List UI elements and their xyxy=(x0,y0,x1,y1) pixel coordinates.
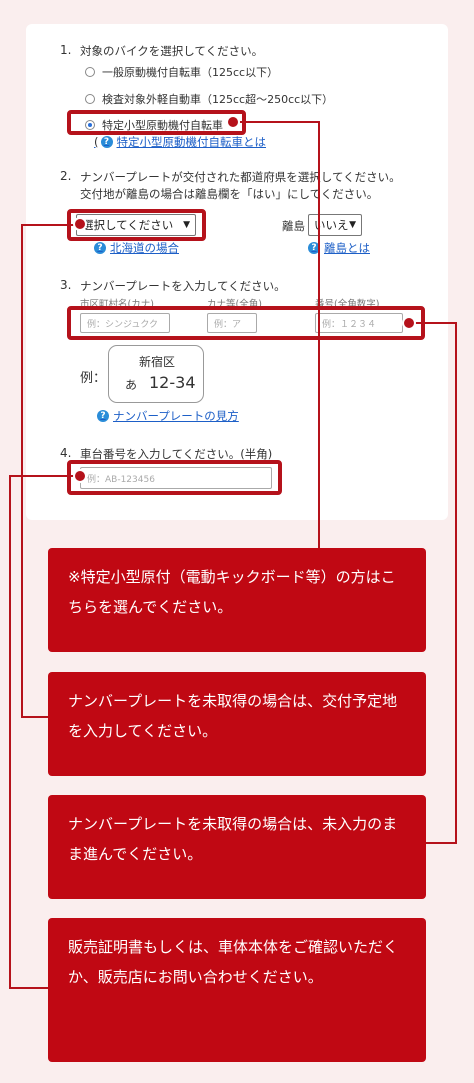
note-plate: ナンバープレートを未取得の場合は、未入力のまま進んでください。 xyxy=(48,795,426,899)
radio-circle[interactable] xyxy=(85,94,95,104)
connector-line xyxy=(9,987,48,989)
step2-title-line1: ナンバープレートが交付された都道府県を選択してください。 xyxy=(80,170,401,184)
marker-dot xyxy=(226,115,240,129)
island-label: 離島 xyxy=(282,219,305,233)
step1-number: 1. xyxy=(60,43,72,57)
note-prefecture: ナンバープレートを未取得の場合は、交付予定地を入力してください。 xyxy=(48,672,426,776)
note-chassis: 販売証明書もしくは、車体本体をご確認いただくか、販売店にお問い合わせください。 xyxy=(48,918,426,1062)
question-icon: ? xyxy=(97,410,109,422)
help-link-label[interactable]: 北海道の場合 xyxy=(110,240,179,256)
highlight-plate-inputs xyxy=(67,306,425,340)
island-select[interactable]: いいえ ▼ xyxy=(308,214,362,236)
help-paren: ( xyxy=(94,135,99,149)
marker-dot xyxy=(402,316,416,330)
help-hokkaido-link[interactable]: ? 北海道の場合 xyxy=(94,240,179,256)
radio-circle[interactable] xyxy=(85,67,95,77)
help-link-label[interactable]: ナンバープレートの見方 xyxy=(113,408,239,424)
note-text: ナンバープレートを未取得の場合は、未入力のまま進んでください。 xyxy=(68,815,398,863)
radio-label: 一般原動機付自転車（125cc以下） xyxy=(102,66,279,79)
note-text: ※特定小型原付（電動キックボード等）の方はこちらを選んでください。 xyxy=(68,568,396,616)
plate-number-text: 12-34 xyxy=(149,373,196,392)
connector-line xyxy=(9,475,81,477)
marker-dot xyxy=(73,469,87,483)
step3-title: ナンバープレートを入力してください。 xyxy=(80,279,286,293)
plate-kana-text: あ xyxy=(125,378,138,392)
highlight-prefecture-select xyxy=(67,209,206,241)
question-icon: ? xyxy=(100,136,113,148)
note-text: 販売証明書もしくは、車体本体をご確認いただくか、販売店にお問い合わせください。 xyxy=(68,938,399,986)
highlight-chassis-input xyxy=(67,460,282,495)
step4-number: 4. xyxy=(60,446,72,460)
highlight-specified-moped-option xyxy=(67,110,246,135)
chevron-down-icon: ▼ xyxy=(349,220,356,230)
example-license-plate: 新宿区 あ 12-34 xyxy=(108,345,204,403)
note-text: ナンバープレートを未取得の場合は、交付予定地を入力してください。 xyxy=(68,692,398,740)
radio-light-vehicle[interactable]: 検査対象外軽自動車（125cc超〜250cc以下） xyxy=(85,91,333,107)
connector-line xyxy=(21,224,81,226)
question-icon: ? xyxy=(94,242,106,254)
help-specified-small-moped-link[interactable]: ( ? 特定小型原動機付自転車とは xyxy=(94,134,266,150)
connector-line xyxy=(318,121,320,549)
help-plate-link[interactable]: ? ナンバープレートの見方 xyxy=(97,408,239,424)
connector-line xyxy=(21,224,23,717)
marker-dot xyxy=(73,217,87,231)
help-link-label[interactable]: 特定小型原動機付自転車とは xyxy=(117,134,267,150)
connector-line xyxy=(240,121,320,123)
step2-title-line2: 交付地が離島の場合は離島欄を「はい」にしてください。 xyxy=(80,187,379,201)
connector-line xyxy=(455,322,457,844)
radio-label: 検査対象外軽自動車（125cc超〜250cc以下） xyxy=(102,93,334,106)
connector-line xyxy=(21,716,48,718)
plate-city-text: 新宿区 xyxy=(139,355,176,369)
radio-general-moped[interactable]: 一般原動機付自転車（125cc以下） xyxy=(85,64,278,80)
plate-example-label: 例： xyxy=(80,371,107,386)
note-specified-moped: ※特定小型原付（電動キックボード等）の方はこちらを選んでください。 xyxy=(48,548,426,652)
connector-line xyxy=(426,842,457,844)
step2-number: 2. xyxy=(60,169,72,183)
step1-title: 対象のバイクを選択してください。 xyxy=(80,44,264,58)
connector-line xyxy=(9,475,11,989)
help-link-label[interactable]: 離島とは xyxy=(324,240,370,256)
step3-number: 3. xyxy=(60,278,72,292)
